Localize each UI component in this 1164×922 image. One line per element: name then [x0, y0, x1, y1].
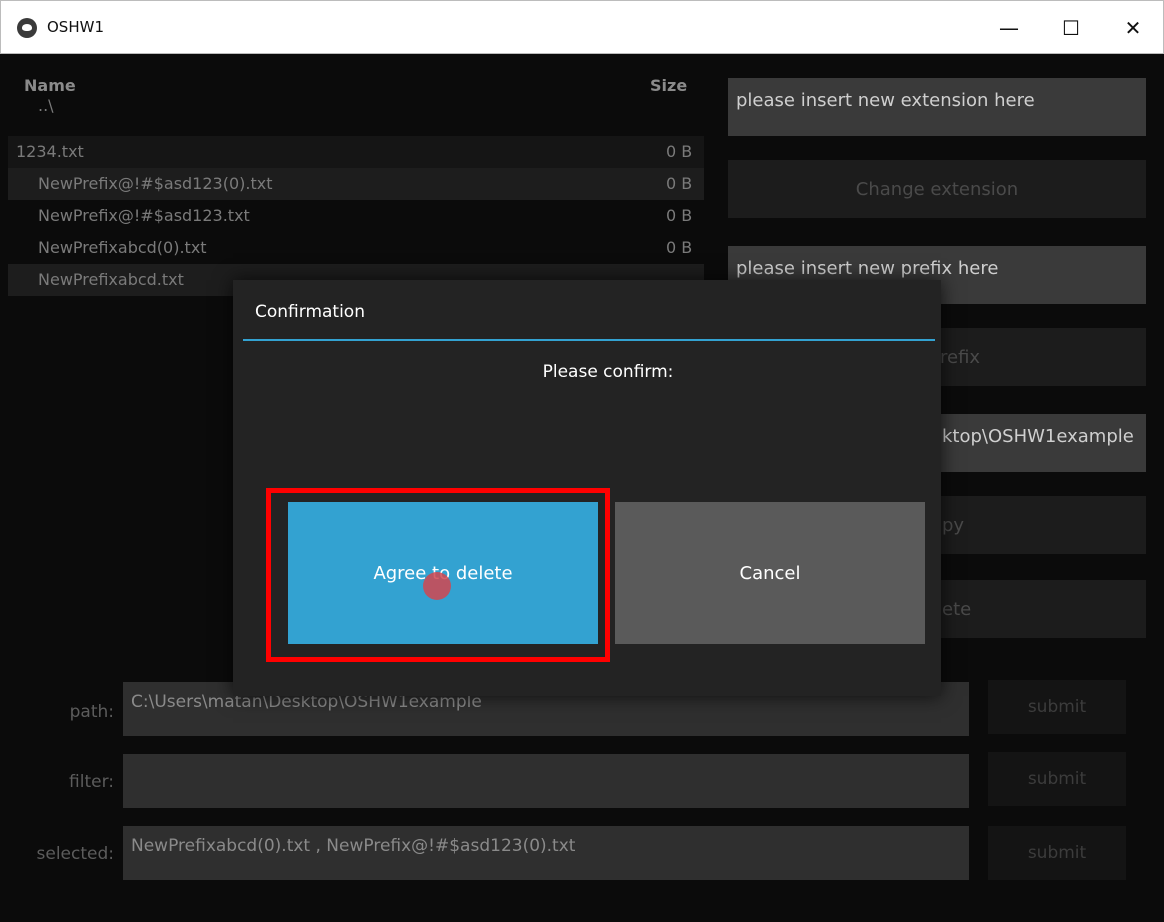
title-bar: OSHW1 — ☐ ✕: [0, 0, 1164, 54]
file-name: ..\: [38, 96, 54, 115]
file-name: NewPrefixabcd(0).txt: [38, 238, 207, 257]
file-name: NewPrefixabcd.txt: [38, 270, 184, 289]
dialog-message: Please confirm:: [542, 362, 674, 382]
extension-input[interactable]: please insert new extension here: [728, 78, 1146, 136]
close-button[interactable]: ✕: [1103, 1, 1163, 55]
filter-submit-button[interactable]: submit: [988, 752, 1126, 806]
dialog-title-divider: [243, 339, 935, 341]
maximize-button[interactable]: ☐: [1041, 1, 1101, 55]
list-item[interactable]: NewPrefix@!#$asd123.txt 0 B: [8, 200, 704, 232]
filter-input[interactable]: [123, 754, 969, 808]
dialog-title: Confirmation: [255, 302, 365, 322]
minimize-button[interactable]: —: [979, 1, 1039, 55]
file-size: 0 B: [666, 206, 693, 225]
file-size: 0 B: [666, 142, 693, 161]
file-name: NewPrefix@!#$asd123(0).txt: [38, 174, 273, 193]
file-name: NewPrefix@!#$asd123.txt: [38, 206, 250, 225]
file-size: 0 B: [666, 174, 693, 193]
path-submit-button[interactable]: submit: [988, 680, 1126, 734]
change-extension-button[interactable]: Change extension: [728, 160, 1146, 218]
path-label: path:: [69, 702, 114, 722]
cancel-button[interactable]: Cancel: [615, 502, 925, 644]
selected-label: selected:: [36, 844, 115, 864]
selected-input[interactable]: NewPrefixabcd(0).txt , NewPrefix@!#$asd1…: [123, 826, 969, 880]
window-title: OSHW1: [47, 18, 104, 36]
list-item[interactable]: NewPrefix@!#$asd123(0).txt 0 B: [8, 168, 704, 200]
list-item[interactable]: ..\: [8, 90, 704, 122]
click-indicator: [423, 572, 451, 600]
selected-submit-button[interactable]: submit: [988, 826, 1126, 880]
app-logo-icon: [17, 18, 37, 38]
list-item[interactable]: NewPrefixabcd(0).txt 0 B: [8, 232, 704, 264]
file-name: 1234.txt: [16, 142, 84, 161]
file-size: 0 B: [666, 238, 693, 257]
list-item[interactable]: 1234.txt 0 B: [8, 136, 704, 168]
filter-label: filter:: [69, 772, 114, 792]
